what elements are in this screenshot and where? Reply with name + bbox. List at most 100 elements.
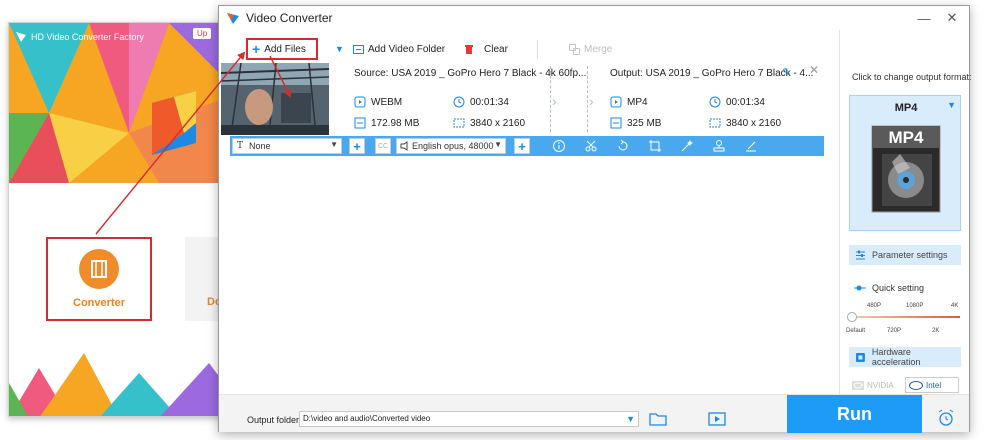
cc-button[interactable]: CC bbox=[375, 138, 391, 154]
add-files-button[interactable]: + Add Files bbox=[246, 38, 318, 60]
output-size-value: 325 MB bbox=[627, 117, 662, 129]
divider-dashed bbox=[550, 66, 551, 132]
subtitle-select[interactable]: T None ▼ bbox=[232, 138, 342, 154]
source-file-name: Source: USA 2019 _ GoPro Hero 7 Black - … bbox=[354, 68, 587, 79]
source-duration-value: 00:01:34 bbox=[470, 96, 509, 108]
crop-icon[interactable] bbox=[648, 139, 662, 153]
output-folder-path: D:\video and audio\Converted video bbox=[303, 414, 431, 423]
source-size: 172.98 MB bbox=[354, 117, 419, 129]
remove-item-icon[interactable]: ✕ bbox=[809, 63, 819, 77]
mp4-format-icon: MP4 bbox=[871, 125, 941, 213]
output-size: 325 MB bbox=[610, 117, 661, 129]
toolbar-divider bbox=[537, 40, 538, 58]
subtitle-edit-icon[interactable] bbox=[744, 139, 758, 153]
source-size-value: 172.98 MB bbox=[371, 117, 420, 129]
footer-art bbox=[9, 353, 237, 416]
tick-label: 1080P bbox=[906, 303, 924, 309]
watermark-stamp-icon[interactable] bbox=[712, 139, 726, 153]
video-converter-window: Video Converter — ✕ + Add Files ▼ Add Vi… bbox=[218, 5, 972, 433]
rotate-icon[interactable] bbox=[616, 139, 630, 153]
tick-label: 4K bbox=[951, 303, 959, 309]
nvidia-option[interactable]: NVIDIA bbox=[849, 377, 901, 393]
open-output-video-icon[interactable] bbox=[708, 411, 726, 427]
source-duration: 00:01:34 bbox=[453, 96, 509, 108]
add-audio-button[interactable]: + bbox=[514, 138, 530, 154]
clear-button[interactable]: Clear bbox=[464, 38, 508, 60]
converter-icon bbox=[79, 249, 119, 289]
background-app-title-text: HD Video Converter Factory bbox=[31, 32, 144, 42]
scissors-icon[interactable] bbox=[584, 139, 598, 153]
merge-icon bbox=[569, 43, 580, 55]
intel-logo-icon bbox=[909, 380, 923, 390]
tick-label: Default bbox=[846, 328, 866, 334]
output-folder-field[interactable]: D:\video and audio\Converted video ▼ bbox=[299, 411, 639, 427]
clear-label: Clear bbox=[484, 43, 508, 55]
source-format-value: WEBM bbox=[371, 96, 403, 108]
info-icon[interactable] bbox=[552, 139, 566, 153]
quality-slider-handle[interactable] bbox=[847, 312, 857, 322]
file-list-empty-area[interactable] bbox=[219, 156, 839, 392]
converter-tile[interactable]: Converter bbox=[46, 237, 152, 321]
chevron-down-icon[interactable]: ▼ bbox=[626, 412, 635, 426]
output-format-selector[interactable]: MP4 ▼ MP4 bbox=[849, 95, 961, 231]
add-video-folder-label: Add Video Folder bbox=[368, 43, 446, 55]
output-format-hint: Click to change output format: bbox=[852, 72, 972, 82]
file-size-icon bbox=[354, 117, 366, 129]
add-files-label: Add Files bbox=[264, 43, 306, 55]
toolbar: + Add Files ▼ Add Video Folder Clear Mer… bbox=[219, 38, 839, 60]
video-thumbnail[interactable] bbox=[221, 63, 329, 135]
chevron-down-icon: ▼ bbox=[330, 140, 338, 149]
tick-label: 720P bbox=[887, 328, 902, 334]
merge-button[interactable]: Merge bbox=[569, 38, 612, 60]
folder-open-icon[interactable] bbox=[649, 411, 667, 427]
slider-icon bbox=[854, 285, 866, 291]
minimize-button[interactable]: — bbox=[913, 9, 935, 27]
source-format: WEBM bbox=[354, 96, 402, 108]
intel-label: Intel bbox=[926, 380, 942, 390]
effects-wand-icon[interactable] bbox=[680, 139, 694, 153]
divider-dashed bbox=[587, 66, 588, 132]
audio-track-select[interactable]: English opus, 48000 ▼ bbox=[396, 138, 506, 154]
subtitle-value: None bbox=[249, 141, 271, 151]
quick-setting-label: Quick setting bbox=[872, 283, 925, 293]
arrow-right-icon: › bbox=[552, 93, 557, 109]
hardware-acceleration-button[interactable]: Hardware acceleration bbox=[849, 347, 961, 367]
add-video-folder-button[interactable]: Add Video Folder bbox=[353, 38, 445, 60]
clock-icon bbox=[709, 96, 721, 108]
quality-slider-track[interactable] bbox=[852, 316, 960, 318]
app-logo-icon bbox=[16, 32, 26, 42]
bottom-bar: Output folder: D:\video and audio\Conver… bbox=[219, 394, 969, 433]
upgrade-button[interactable]: Up bbox=[193, 28, 212, 39]
output-resolution-value: 3840 x 2160 bbox=[726, 117, 782, 129]
video-file-icon bbox=[354, 96, 366, 108]
quick-setting-header: Quick setting bbox=[854, 283, 924, 293]
resolution-icon bbox=[709, 118, 721, 128]
output-format-value: MP4 bbox=[627, 96, 648, 108]
run-button[interactable]: Run bbox=[787, 395, 922, 433]
chevron-down-icon: ▼ bbox=[947, 100, 956, 110]
output-duration-value: 00:01:34 bbox=[726, 96, 765, 108]
screenshot: HD Video Converter Factory Up Converter … bbox=[0, 0, 1000, 440]
background-app-window: HD Video Converter Factory Up Converter … bbox=[8, 22, 238, 417]
hardware-options: NVIDIA Intel bbox=[849, 377, 961, 395]
chevron-down-icon: ▼ bbox=[494, 140, 502, 149]
file-size-icon bbox=[610, 117, 622, 129]
file-list-item[interactable]: Source: USA 2019 _ GoPro Hero 7 Black - … bbox=[219, 60, 839, 136]
intel-option[interactable]: Intel bbox=[905, 377, 959, 393]
edit-name-icon[interactable]: ✎ bbox=[782, 66, 791, 79]
title-bar: Video Converter — ✕ bbox=[219, 6, 969, 30]
folder-add-icon bbox=[353, 44, 364, 54]
mp4-icon-text: MP4 bbox=[889, 128, 925, 147]
app-logo-icon bbox=[227, 13, 239, 24]
edit-bar: T None ▼ + CC English opus, 48000 ▼ + bbox=[230, 136, 824, 156]
arrow-right-icon: › bbox=[589, 93, 594, 109]
parameter-settings-button[interactable]: Parameter settings bbox=[849, 245, 961, 265]
brand-logo-icon bbox=[152, 91, 196, 155]
output-duration: 00:01:34 bbox=[709, 96, 765, 108]
close-button[interactable]: ✕ bbox=[941, 9, 963, 27]
add-subtitle-button[interactable]: + bbox=[349, 138, 365, 154]
add-files-dropdown-icon[interactable]: ▼ bbox=[335, 38, 344, 60]
alarm-clock-icon[interactable] bbox=[937, 409, 955, 427]
clock-icon bbox=[453, 96, 465, 108]
output-format: MP4 bbox=[610, 96, 648, 108]
